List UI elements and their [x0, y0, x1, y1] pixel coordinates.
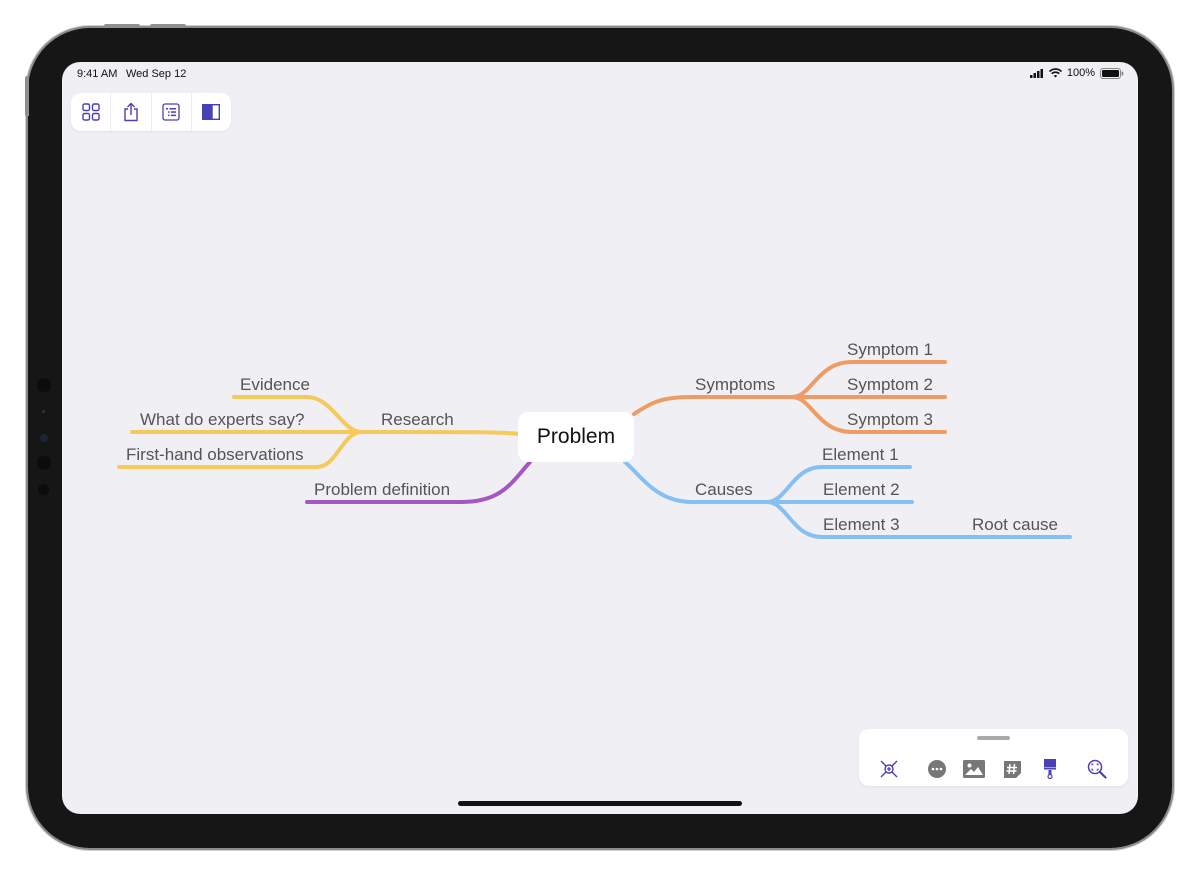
home-indicator[interactable] — [458, 801, 742, 806]
focus-node-icon — [880, 760, 898, 778]
node-element-1[interactable]: Element 1 — [822, 445, 899, 465]
central-topic[interactable]: Problem — [518, 412, 634, 462]
node-root-cause[interactable]: Root cause — [972, 515, 1058, 535]
hashtag-icon — [1003, 760, 1021, 778]
node-element-2[interactable]: Element 2 — [823, 480, 900, 500]
side-button — [25, 76, 29, 116]
sensor — [42, 410, 45, 413]
front-camera — [40, 434, 48, 442]
sensor — [38, 484, 49, 495]
node-symptom-2[interactable]: Symptom 2 — [847, 375, 933, 395]
top-button — [104, 24, 140, 28]
more-button[interactable] — [926, 758, 948, 780]
node-symptom-1[interactable]: Symptom 1 — [847, 340, 933, 360]
node-symptom-3[interactable]: Symptom 3 — [847, 410, 933, 430]
sensor — [37, 456, 51, 470]
zoom-fit-button[interactable] — [1086, 758, 1108, 780]
node-symptoms[interactable]: Symptoms — [695, 375, 775, 395]
screen: 9:41 AM Wed Sep 12 100% Problem Evidence… — [62, 62, 1138, 814]
sensor — [37, 378, 51, 392]
edge-center-symptoms — [632, 395, 794, 416]
edge-center-research — [360, 430, 522, 436]
node-evidence[interactable]: Evidence — [240, 375, 310, 395]
paintbrush-icon — [1044, 759, 1056, 779]
image-button[interactable] — [963, 758, 985, 780]
top-button — [150, 24, 186, 28]
tag-button[interactable] — [1001, 758, 1023, 780]
drag-handle[interactable] — [977, 736, 1010, 740]
image-icon — [963, 760, 985, 778]
style-button[interactable] — [1039, 758, 1061, 780]
node-causes[interactable]: Causes — [695, 480, 753, 500]
node-problem-definition[interactable]: Problem definition — [314, 480, 450, 500]
node-observations[interactable]: First-hand observations — [126, 445, 304, 465]
node-research[interactable]: Research — [381, 410, 454, 430]
bottom-toolbar — [859, 729, 1128, 786]
node-element-3[interactable]: Element 3 — [823, 515, 900, 535]
zoom-fit-icon — [1087, 759, 1107, 779]
more-icon — [928, 760, 946, 778]
node-experts[interactable]: What do experts say? — [140, 410, 304, 430]
focus-button[interactable] — [878, 758, 900, 780]
